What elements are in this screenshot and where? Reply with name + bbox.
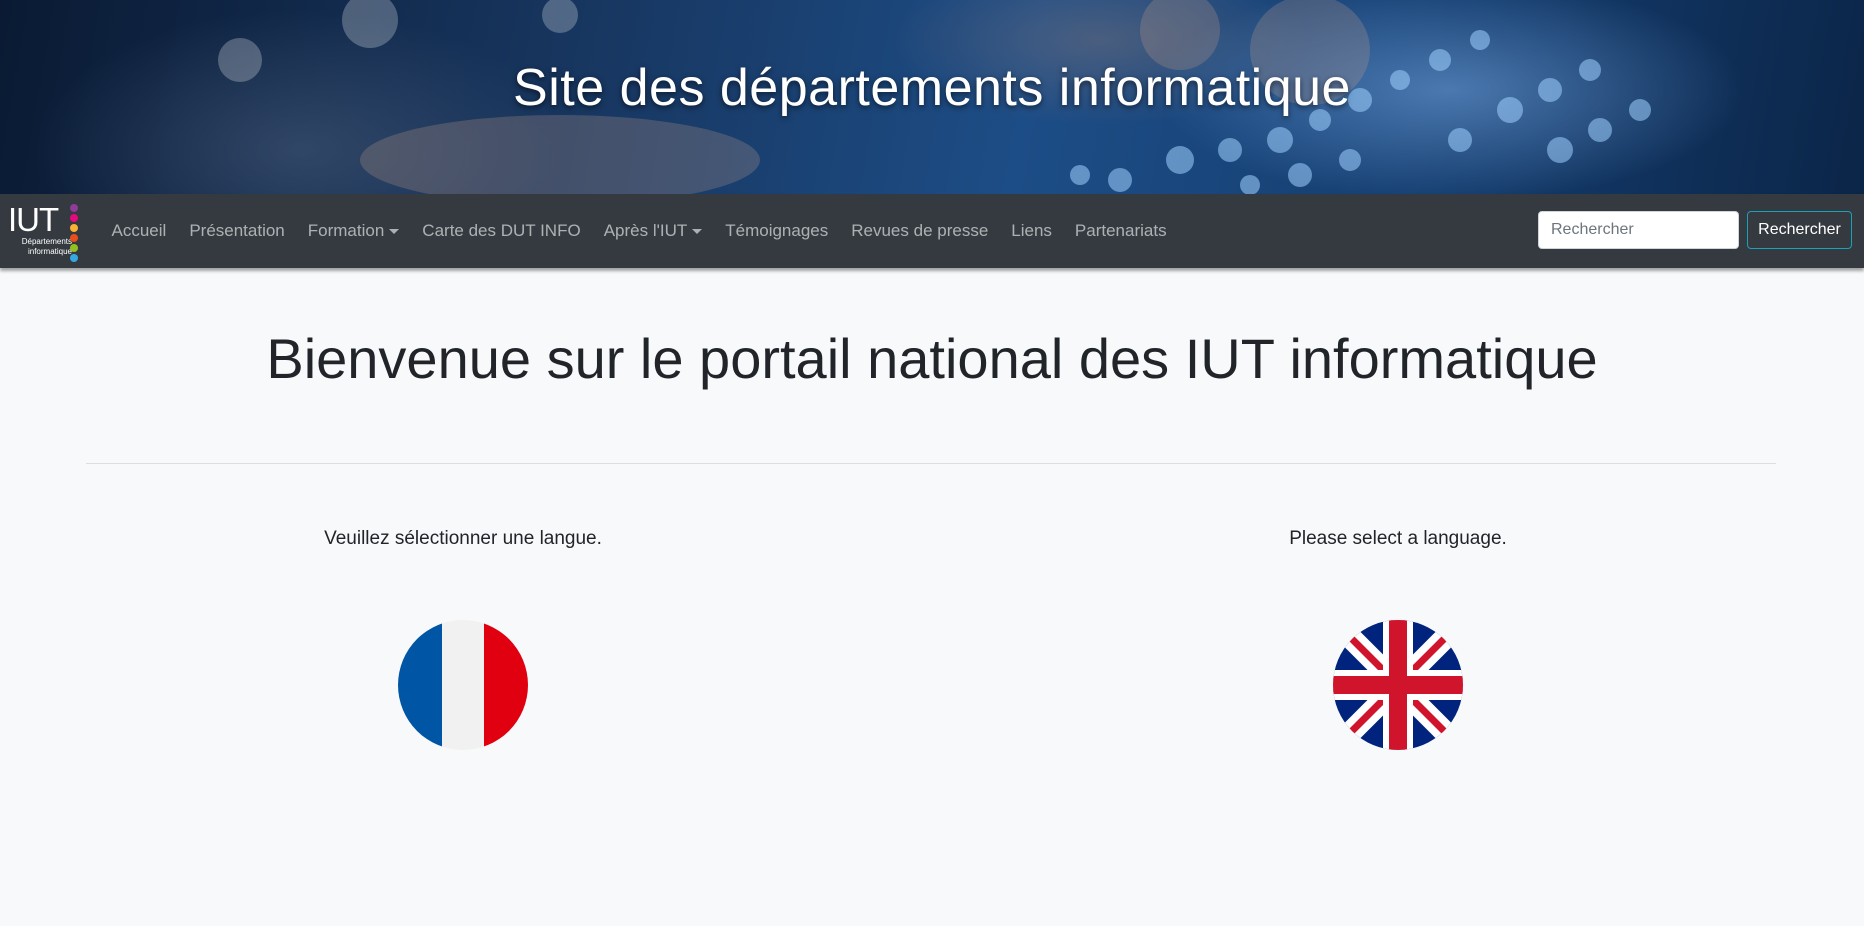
uk-flag-icon[interactable] <box>1333 620 1463 750</box>
logo-subtitle: Départements informatique <box>12 237 72 257</box>
nav-item-apres-iut-dropdown[interactable]: Après l'IUT <box>592 221 714 241</box>
iut-logo[interactable]: IUT Départements informatique <box>8 201 82 262</box>
nav-item-revues-de-presse[interactable]: Revues de presse <box>840 221 1000 241</box>
search-input[interactable] <box>1538 211 1739 249</box>
language-column-en: Please select a language. <box>1148 528 1648 550</box>
logo-text: IUT <box>8 201 59 238</box>
language-prompt-fr: Veuillez sélectionner une langue. <box>324 528 602 549</box>
language-prompt-en: Please select a language. <box>1289 528 1507 549</box>
banner-title: Site des départements informatique <box>513 59 1351 117</box>
nav-item-temoignages[interactable]: Témoignages <box>714 221 840 241</box>
nav-item-partenariats[interactable]: Partenariats <box>1063 221 1178 241</box>
page-title: Bienvenue sur le portail national des IU… <box>266 327 1598 390</box>
divider <box>86 463 1776 464</box>
logo-subtitle-line1: Départements <box>21 237 72 246</box>
language-column-fr: Veuillez sélectionner une langue. <box>213 528 713 550</box>
logo-dots-icon <box>70 204 78 264</box>
search-button[interactable]: Rechercher <box>1747 211 1852 249</box>
nav-item-liens[interactable]: Liens <box>1000 221 1064 241</box>
caret-down-icon <box>389 228 400 234</box>
nav-item-formation-dropdown[interactable]: Formation <box>296 221 411 241</box>
nav-item-presentation[interactable]: Présentation <box>178 221 296 241</box>
nav-item-carte-dut-info[interactable]: Carte des DUT INFO <box>411 221 592 241</box>
header-banner: Site des départements informatique <box>0 0 1864 194</box>
logo-subtitle-line2: informatique <box>27 247 72 256</box>
nav-menu: Accueil Présentation Formation Carte des… <box>100 194 1178 268</box>
main-navbar: IUT Départements informatique Accueil Pr… <box>0 194 1864 268</box>
caret-down-icon <box>692 228 703 234</box>
france-flag-icon[interactable] <box>398 620 528 750</box>
nav-item-accueil[interactable]: Accueil <box>100 221 178 241</box>
